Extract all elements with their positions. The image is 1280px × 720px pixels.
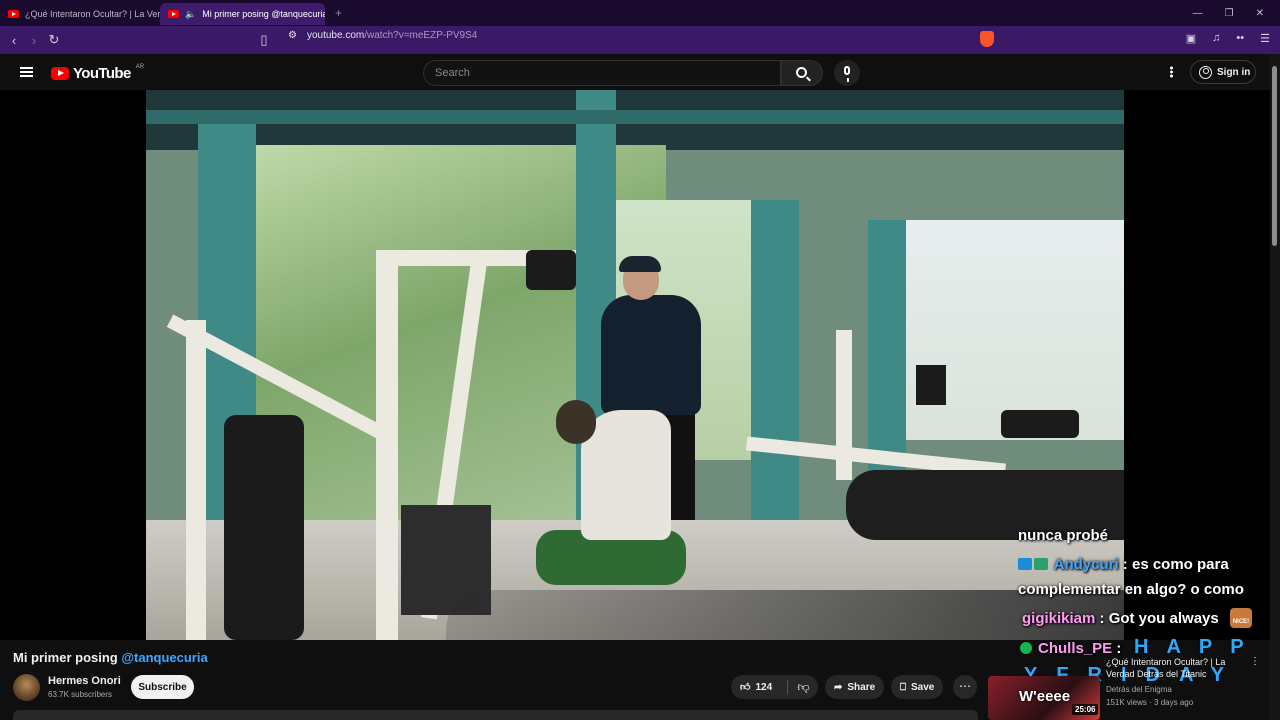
machine-frame <box>186 320 206 640</box>
like-icon: 👍︎ <box>740 682 751 693</box>
country-code: AR <box>135 63 145 70</box>
browser-tab-active[interactable]: 🔈 Mi primer posing @tanquecuria ✕ <box>160 3 325 25</box>
mention-link[interactable]: @tanquecuria <box>121 650 207 665</box>
page-scrollbar[interactable] <box>1270 54 1280 720</box>
url-field[interactable]: ⚙ youtube.com/watch?v=meEZP-PV9S4 <box>288 30 477 41</box>
dislike-button[interactable]: 👎︎ <box>789 675 818 699</box>
channel-name[interactable]: Hermes Onori <box>48 675 121 687</box>
search-button[interactable] <box>781 60 823 86</box>
recommended-meta: 151K views · 3 days ago <box>1106 698 1194 707</box>
youtube-masthead: YouTube AR Sign in <box>0 54 1270 90</box>
url-host: youtube.com <box>306 30 365 41</box>
chat-badge-icon <box>1018 558 1032 570</box>
url-path: /watch?v=meEZP-PV9S4 <box>364 30 478 41</box>
video-title-text: Mi primer posing <box>13 650 122 665</box>
sign-in-button[interactable]: Sign in <box>1190 60 1256 84</box>
menu-icon[interactable]: ☰ <box>1260 32 1270 45</box>
forward-icon[interactable]: › <box>24 33 44 48</box>
hamburger-icon[interactable] <box>20 67 33 77</box>
machine-pad <box>1001 410 1079 438</box>
scene-column <box>751 200 799 560</box>
bookmark-icon[interactable]: ▯ <box>254 32 274 48</box>
more-vert-icon[interactable]: ⋮ <box>1250 656 1260 667</box>
machine-pad <box>224 415 304 640</box>
youtube-favicon-icon <box>8 10 19 18</box>
share-label: Share <box>847 681 876 693</box>
subscriber-count: 63.7K subscribers <box>48 690 113 699</box>
chat-username: Andycuri <box>1053 556 1119 573</box>
chat-message: Andycuri : es como para <box>1018 555 1229 574</box>
window-controls: — ❐ ✕ <box>1193 8 1280 19</box>
machine-pad <box>526 250 576 290</box>
chat-line: complementar en algo? o como <box>1018 581 1244 598</box>
machine-frame <box>376 250 398 640</box>
recommended-video[interactable]: 25:06 ¿Qué Intentaron Ocultar? | La Verd… <box>988 652 1270 720</box>
chat-badge-icon <box>1034 558 1048 570</box>
scene-person-seated <box>526 390 706 610</box>
recommended-title[interactable]: ¿Qué Intentaron Ocultar? | La Verdad Det… <box>1106 656 1246 680</box>
back-icon[interactable]: ‹ <box>4 33 24 48</box>
sign-in-label: Sign in <box>1217 66 1251 78</box>
description-box[interactable] <box>13 710 978 720</box>
search-box <box>423 60 781 86</box>
vpn-icon[interactable]: •• <box>1236 32 1244 45</box>
more-vert-icon[interactable] <box>1170 66 1173 78</box>
new-tab-button[interactable]: + <box>335 6 342 20</box>
share-icon: ➦ <box>834 681 843 693</box>
youtube-logo[interactable]: YouTube AR <box>51 63 145 82</box>
tab-title: Mi primer posing @tanquecuria <box>202 9 325 19</box>
subscribe-button[interactable]: Subscribe <box>131 675 194 699</box>
search-input[interactable] <box>424 61 780 85</box>
maximize-icon[interactable]: ❐ <box>1225 8 1234 19</box>
brave-shield-icon[interactable] <box>980 31 994 47</box>
scrollbar-thumb[interactable] <box>1272 66 1277 246</box>
mic-icon <box>844 66 850 82</box>
chat-line: nunca probé <box>1018 527 1109 544</box>
youtube-favicon-icon <box>168 10 179 18</box>
video-duration: 25:06 <box>1072 704 1099 715</box>
share-button[interactable]: ➦ Share <box>825 675 885 699</box>
like-dislike-group: 👍︎ 124 👎︎ <box>731 675 818 699</box>
more-actions-button[interactable]: ⋯ <box>953 675 977 699</box>
sidebar-icon[interactable]: ▣ <box>1186 32 1196 45</box>
minimize-icon[interactable]: — <box>1193 8 1203 19</box>
like-button[interactable]: 👍︎ 124 <box>731 675 786 699</box>
user-icon <box>1199 65 1212 79</box>
close-window-icon[interactable]: ✕ <box>1256 8 1264 19</box>
channel-avatar[interactable] <box>13 674 40 701</box>
scene-beam <box>146 110 1124 124</box>
reload-icon[interactable]: ↻ <box>44 32 64 48</box>
like-count: 124 <box>755 681 773 693</box>
dislike-icon: 👎︎ <box>797 679 810 694</box>
logo-text: YouTube <box>73 65 131 82</box>
browser-toolbar: ▣ ♫ •• ☰ <box>1186 32 1270 45</box>
machine-pad <box>916 365 946 405</box>
audio-icon: 🔈 <box>185 8 197 19</box>
search-icon <box>796 67 807 78</box>
chat-username: gigikikiam <box>1022 610 1096 627</box>
recommended-channel[interactable]: Detrás del Enigma <box>1106 685 1172 694</box>
save-icon: ⎕ <box>900 681 906 693</box>
voice-search-button[interactable] <box>834 60 860 86</box>
media-icon[interactable]: ♫ <box>1212 32 1220 45</box>
nice-emote-icon: NICE! <box>1230 608 1252 628</box>
video-title: Mi primer posing @tanquecuria <box>13 650 208 665</box>
chat-line: W'eeee <box>1019 688 1071 705</box>
chat-message: gigikikiam : Got you always <box>1022 609 1219 628</box>
video-frame[interactable] <box>146 90 1124 640</box>
chat-text: : Got you always <box>1095 610 1219 627</box>
tab-title: ¿Qué Intentaron Ocultar? | La Verdad <box>25 9 160 19</box>
video-info: Mi primer posing @tanquecuria Hermes Ono… <box>0 640 985 720</box>
save-label: Save <box>911 681 935 693</box>
youtube-logo-icon <box>51 67 69 80</box>
browser-tab[interactable]: ¿Qué Intentaron Ocultar? | La Verdad <box>0 3 160 25</box>
divider <box>787 680 788 694</box>
machine-frame <box>836 330 852 480</box>
scene-window-right <box>906 220 1124 440</box>
site-info-icon[interactable]: ⚙ <box>288 30 297 41</box>
browser-tab-bar: ¿Qué Intentaron Ocultar? | La Verdad 🔈 M… <box>0 0 1280 26</box>
save-button[interactable]: ⎕ Save <box>891 675 944 699</box>
address-bar: ‹ › ↻ ▯ ⚙ youtube.com/watch?v=meEZP-PV9S… <box>0 26 1280 54</box>
chat-text: : es como para <box>1118 556 1229 573</box>
